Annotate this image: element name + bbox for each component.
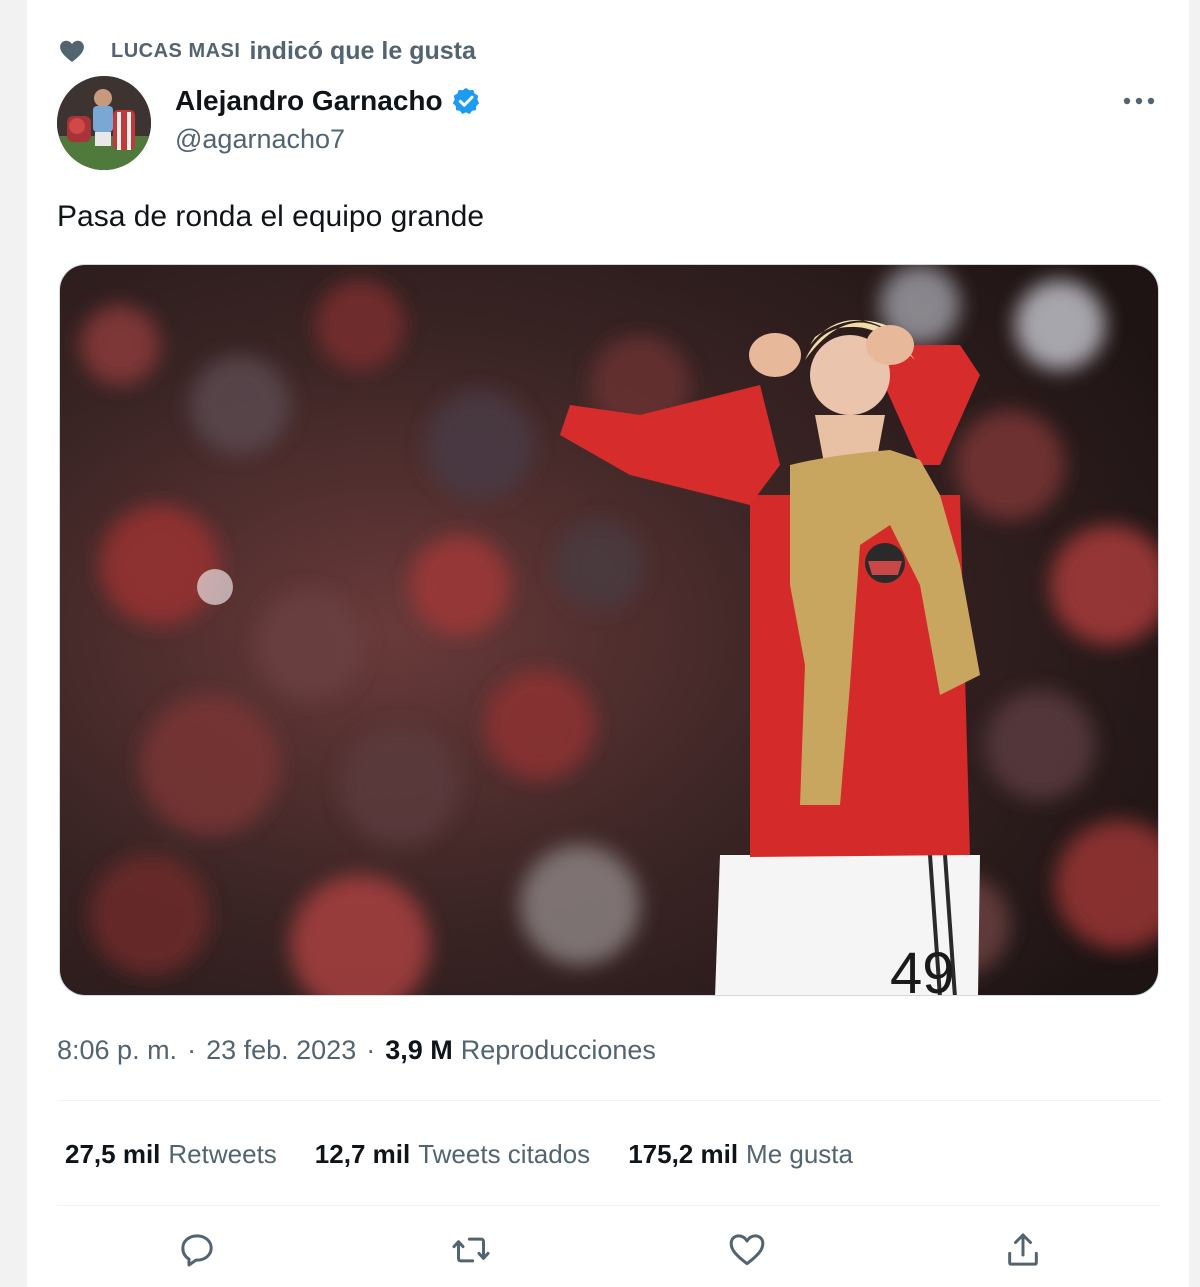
author-handle[interactable]: @agarnacho7 [175,124,481,155]
tweet-time[interactable]: 8:06 p. m. [57,1035,177,1066]
retweets-label: Retweets [168,1138,277,1169]
action-bar [27,1222,1191,1278]
like-button[interactable] [723,1226,771,1274]
social-context[interactable]: LUCAS MASI indicó que le gusta [57,36,476,66]
share-button[interactable] [999,1226,1047,1274]
share-icon [1008,1233,1038,1266]
tweet-card: LUCAS MASI indicó que le gusta Alejandro… [26,0,1190,1287]
likes-label: Me gusta [746,1138,853,1169]
author-name[interactable]: Alejandro Garnacho [175,85,443,117]
more-options-button[interactable] [1119,86,1159,116]
like-icon [729,1234,765,1266]
verified-badge-icon [451,86,481,116]
tweet-photo[interactable]: 49 [59,264,1159,996]
views-label: Reproducciones [460,1034,656,1065]
quote-tweets-stat[interactable]: 12,7 mil Tweets citados [315,1139,590,1170]
tweet-meta: 8:06 p. m. · 23 feb. 2023 · 3,9 M Reprod… [57,1030,656,1070]
meta-separator: · [187,1034,197,1065]
likes-count: 175,2 mil [628,1138,739,1169]
quote-tweets-count: 12,7 mil [314,1138,411,1169]
retweet-button[interactable] [447,1226,495,1274]
retweets-count: 27,5 mil [65,1138,161,1169]
views-count: 3,9 M [385,1034,453,1065]
likes-stat[interactable]: 175,2 mil Me gusta [628,1139,853,1170]
heart-icon [57,36,87,66]
author-block[interactable]: Alejandro Garnacho @agarnacho7 [175,84,481,155]
liker-name[interactable]: LUCAS MASI [111,40,240,63]
avatar[interactable] [57,76,151,170]
meta-separator: · [366,1034,376,1065]
svg-text:49: 49 [890,941,955,996]
tweet-stats: 27,5 mil Retweets 12,7 mil Tweets citado… [65,1134,891,1174]
reply-button[interactable] [173,1226,221,1274]
more-icon [1123,97,1155,105]
quote-tweets-label: Tweets citados [418,1138,591,1169]
retweet-icon [452,1237,490,1263]
divider [57,1205,1161,1206]
divider [57,1100,1161,1101]
retweets-stat[interactable]: 27,5 mil Retweets [65,1139,277,1170]
social-context-text: indicó que le gusta [249,36,476,65]
tweet-text: Pasa de ronda el equipo grande [57,200,485,233]
reply-icon [181,1234,213,1267]
tweet-date[interactable]: 23 feb. 2023 [206,1035,356,1066]
